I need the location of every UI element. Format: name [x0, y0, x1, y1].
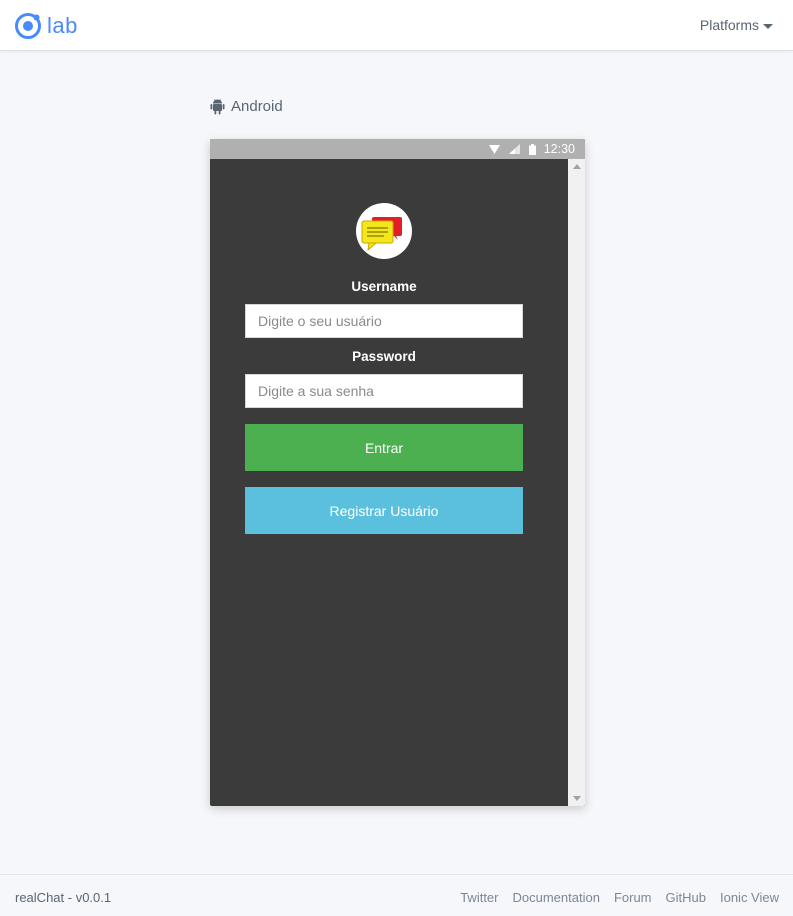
username-label: Username [351, 279, 417, 294]
scroll-up-arrow-icon[interactable] [573, 164, 581, 169]
footer-link-forum[interactable]: Forum [614, 890, 652, 905]
logo-text: lab [47, 13, 78, 38]
ionic-logo-icon [14, 12, 42, 40]
chat-bubbles-icon [356, 203, 412, 259]
footer-link-documentation[interactable]: Documentation [513, 890, 600, 905]
footer-links: Twitter Documentation Forum GitHub Ionic… [446, 890, 779, 905]
status-time: 12:30 [543, 142, 575, 156]
scroll-down-arrow-icon[interactable] [573, 796, 581, 801]
register-button[interactable]: Registrar Usuário [245, 487, 523, 534]
platform-name: Android [231, 98, 283, 115]
top-bar: lab Platforms [0, 0, 793, 51]
ionic-lab-logo[interactable]: lab [14, 11, 78, 41]
footer-link-ionic-view[interactable]: Ionic View [720, 890, 779, 905]
footer-link-github[interactable]: GitHub [666, 890, 706, 905]
password-input[interactable] [245, 374, 523, 408]
platforms-dropdown[interactable]: Platforms [700, 17, 773, 33]
footer: realChat - v0.0.1 Twitter Documentation … [0, 874, 793, 916]
android-icon [210, 98, 225, 114]
status-bar: 12:30 [210, 139, 585, 159]
battery-icon [528, 143, 536, 155]
device-preview: 12:30 Username Password Entrar Registrar… [210, 139, 585, 806]
caret-down-icon [763, 23, 773, 29]
platforms-label: Platforms [699, 17, 759, 33]
login-button[interactable]: Entrar [245, 424, 523, 471]
footer-link-twitter[interactable]: Twitter [460, 890, 498, 905]
username-input[interactable] [245, 304, 523, 338]
signal-icon [508, 144, 520, 154]
scrollbar[interactable] [568, 159, 585, 806]
app-version: realChat - v0.0.1 [15, 890, 112, 905]
platform-title: Android [210, 98, 283, 115]
wifi-icon [488, 144, 500, 154]
password-label: Password [352, 349, 416, 364]
